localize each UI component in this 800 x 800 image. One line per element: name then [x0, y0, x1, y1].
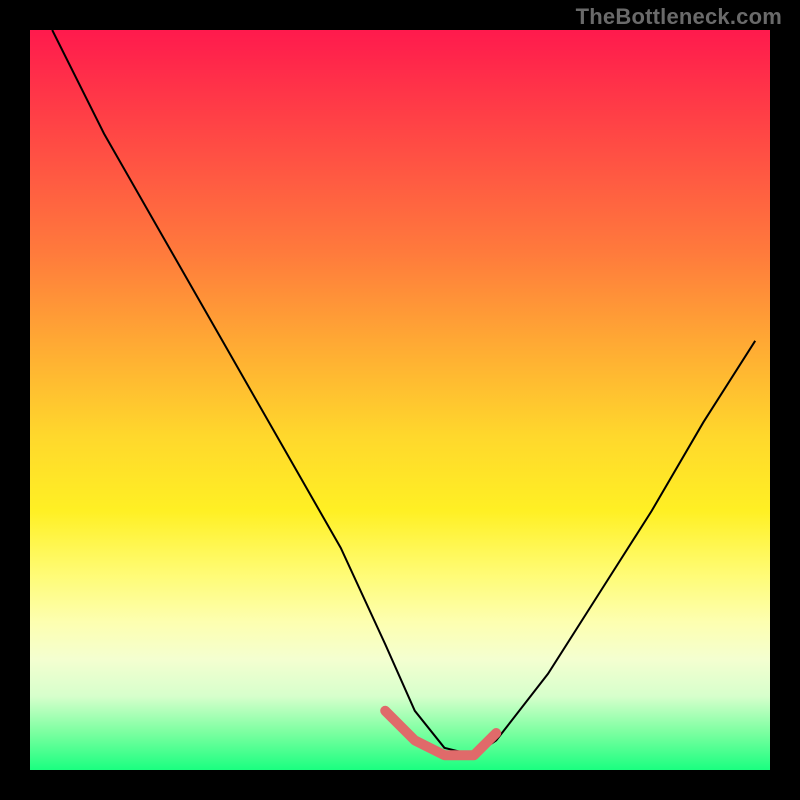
- optimal-range-highlight: [385, 711, 496, 755]
- watermark-label: TheBottleneck.com: [576, 4, 782, 30]
- bottleneck-curve: [52, 30, 755, 755]
- plot-area: [30, 30, 770, 770]
- chart-overlay: [30, 30, 770, 770]
- chart-frame: TheBottleneck.com: [0, 0, 800, 800]
